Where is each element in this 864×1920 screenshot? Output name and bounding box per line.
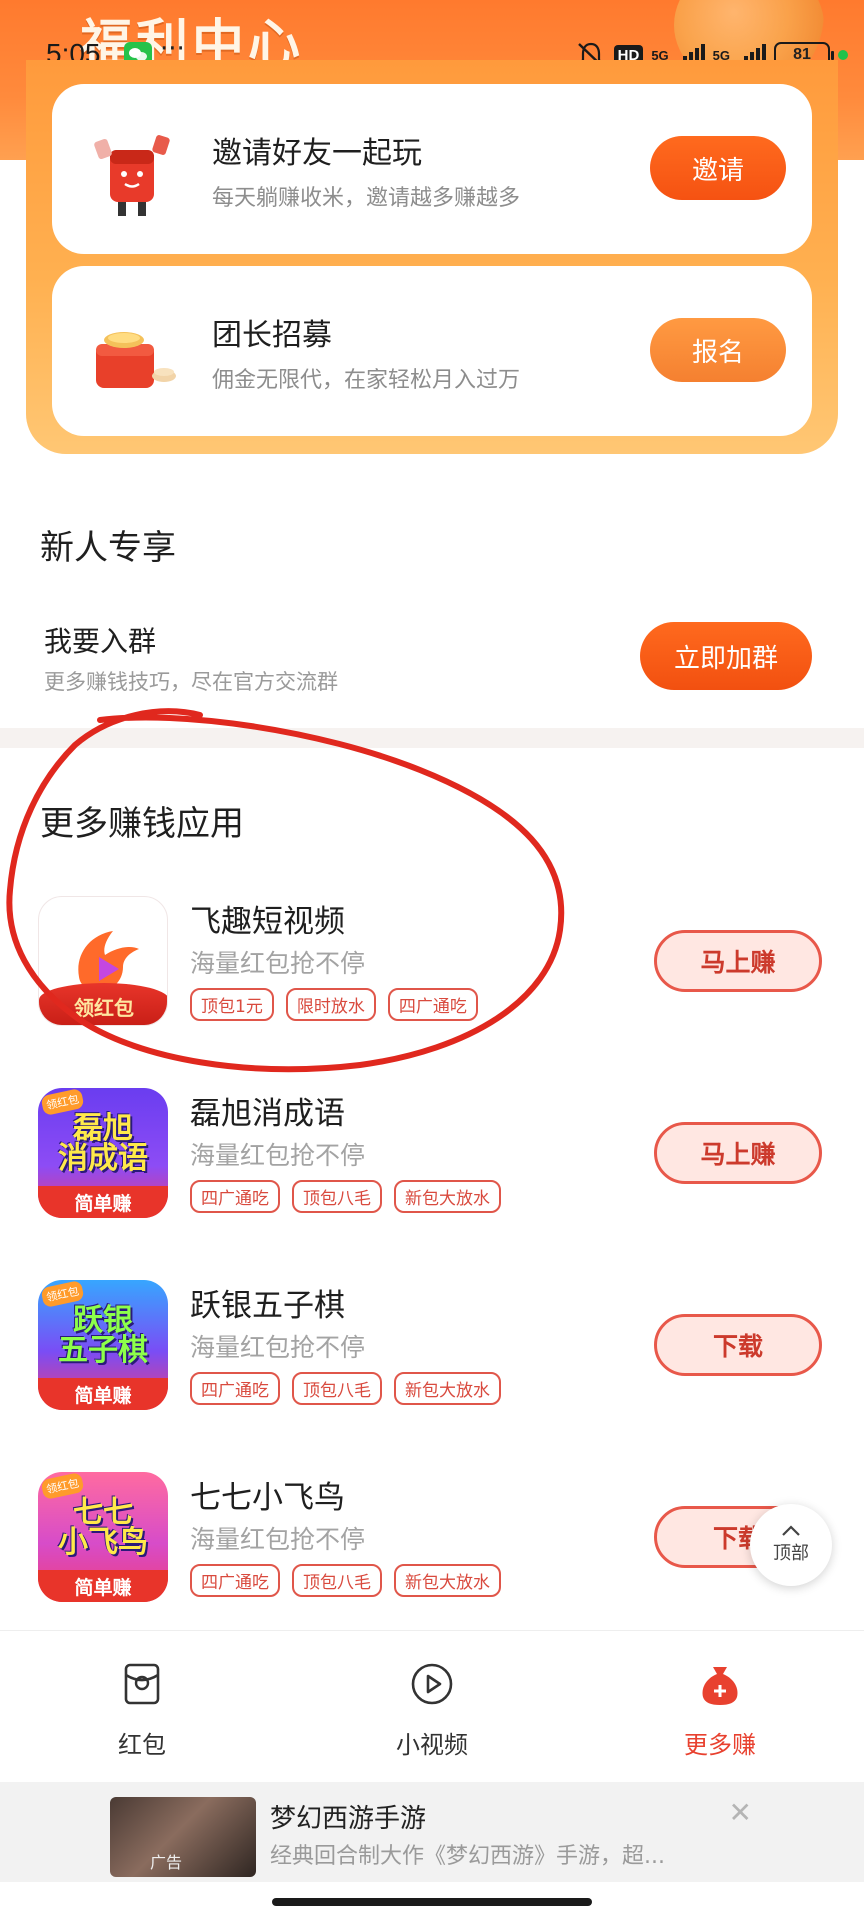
download-button[interactable]: 下载: [654, 1314, 822, 1376]
nav-label: 红包: [118, 1731, 166, 1759]
close-icon[interactable]: ✕: [729, 1796, 752, 1829]
ad-subtitle: 经典回合制大作《梦幻西游》手游，超...: [270, 1844, 665, 1869]
nav-item-more-earn[interactable]: 更多赚: [630, 1661, 810, 1760]
app-tag: 四广通吃: [190, 1564, 280, 1597]
join-group-title: 我要入群: [44, 625, 157, 658]
app-tag: 顶包八毛: [292, 1372, 382, 1405]
ad-thumbnail[interactable]: 广告: [110, 1797, 256, 1877]
gift-box-coins-icon: [96, 332, 176, 388]
app-tag: 顶包八毛: [292, 1180, 382, 1213]
section-divider: [0, 728, 864, 748]
red-envelope-icon: [124, 1663, 160, 1705]
app-name: 磊旭消成语: [190, 1096, 345, 1132]
icon-earn-bar: 简单赚: [38, 1378, 168, 1410]
ad-title: 梦幻西游手游: [270, 1804, 427, 1834]
promo-panel: 邀请好友一起玩 每天躺赚收米，邀请越多赚越多 邀请 团长招募 佣金无限代，在家轻…: [26, 60, 838, 454]
app-tag: 新包大放水: [394, 1564, 501, 1597]
leader-recruit-card[interactable]: 团长招募 佣金无限代，在家轻松月入过万 报名: [52, 266, 812, 436]
earn-now-button[interactable]: 马上赚: [654, 1122, 822, 1184]
app-name: 七七小飞鸟: [190, 1480, 345, 1516]
app-list-item[interactable]: 领红包 飞趣短视频 海量红包抢不停 顶包1元 限时放水 四广通吃 马上赚: [0, 896, 864, 1036]
nav-item-red-envelope[interactable]: 红包: [52, 1661, 232, 1760]
join-group-subtitle: 更多赚钱技巧，尽在官方交流群: [44, 670, 338, 694]
chevron-up-icon: [782, 1525, 800, 1536]
back-to-top-label: 顶部: [773, 1543, 809, 1564]
money-bag-icon: [702, 1667, 738, 1705]
app-list-item[interactable]: 领红包 七七 小飞鸟 简单赚 七七小飞鸟 海量红包抢不停 四广通吃 顶包八毛 新…: [0, 1472, 864, 1612]
app-tag: 限时放水: [285, 988, 376, 1021]
app-description: 海量红包抢不停: [190, 1333, 366, 1362]
more-apps-section-title: 更多赚钱应用: [40, 804, 244, 844]
back-to-top-button[interactable]: 顶部: [750, 1504, 832, 1586]
app-tag: 顶包八毛: [292, 1564, 382, 1597]
promo-subtitle: 佣金无限代，在家轻松月入过万: [212, 368, 521, 393]
ad-label: 广告: [150, 1853, 183, 1872]
app-tag: 顶包1元: [190, 988, 274, 1021]
app-list-item[interactable]: 领红包 磊旭 消成语 简单赚 磊旭消成语 海量红包抢不停 四广通吃 顶包八毛 新…: [0, 1088, 864, 1228]
icon-earn-bar: 简单赚: [38, 1186, 168, 1218]
nav-item-short-video[interactable]: 小视频: [342, 1661, 522, 1760]
app-description: 海量红包抢不停: [190, 949, 366, 978]
app-tag: 四广通吃: [387, 988, 478, 1021]
invite-friends-card[interactable]: 邀请好友一起玩 每天躺赚收米，邀请越多赚越多 邀请: [52, 84, 812, 254]
app-name: 飞趣短视频: [190, 904, 345, 940]
earn-now-button[interactable]: 马上赚: [654, 930, 822, 992]
play-icon: [411, 1663, 453, 1705]
app-tags: 四广通吃 顶包八毛 新包大放水: [190, 1564, 501, 1597]
promo-title: 团长招募: [212, 318, 332, 353]
app-tag: 新包大放水: [394, 1372, 501, 1405]
app-tag: 新包大放水: [394, 1180, 501, 1213]
promo-subtitle: 每天躺赚收米，邀请越多赚越多: [212, 186, 521, 211]
app-tag: 四广通吃: [190, 1180, 280, 1213]
privacy-indicator-dot: [838, 50, 848, 60]
app-description: 海量红包抢不停: [190, 1141, 366, 1170]
icon-earn-bar: 简单赚: [38, 1570, 168, 1602]
icon-game-title: 跃银 五子棋: [58, 1303, 148, 1368]
app-list-item[interactable]: 领红包 跃银 五子棋 简单赚 跃银五子棋 海量红包抢不停 四广通吃 顶包八毛 新…: [0, 1280, 864, 1420]
app-name: 跃银五子棋: [190, 1288, 345, 1324]
nav-label: 更多赚: [684, 1731, 756, 1759]
newcomer-section-title: 新人专享: [40, 528, 176, 568]
app-tags: 顶包1元 限时放水 四广通吃: [190, 988, 478, 1021]
app-tag: 四广通吃: [190, 1372, 280, 1405]
bottom-navigation: 红包 小视频 更多赚: [0, 1630, 864, 1780]
app-tags: 四广通吃 顶包八毛 新包大放水: [190, 1372, 501, 1405]
signup-button[interactable]: 报名: [650, 318, 786, 382]
feiqu-app-icon[interactable]: 领红包: [38, 896, 168, 1026]
bird-game-icon[interactable]: 领红包 七七 小飞鸟 简单赚: [38, 1472, 168, 1602]
icon-game-title: 七七 小飞鸟: [58, 1495, 148, 1560]
nav-label: 小视频: [396, 1731, 468, 1759]
app-description: 海量红包抢不停: [190, 1525, 366, 1554]
ad-banner[interactable]: 广告 梦幻西游手游 经典回合制大作《梦幻西游》手游，超... ✕: [0, 1782, 864, 1882]
icon-game-title: 磊旭 消成语: [58, 1111, 148, 1176]
gomoku-game-icon[interactable]: 领红包 跃银 五子棋 简单赚: [38, 1280, 168, 1410]
app-tags: 四广通吃 顶包八毛 新包大放水: [190, 1180, 501, 1213]
join-group-button[interactable]: 立即加群: [640, 622, 812, 690]
idiom-game-icon[interactable]: 领红包 磊旭 消成语 简单赚: [38, 1088, 168, 1218]
red-envelope-ribbon: 领红包: [39, 983, 167, 1025]
promo-title: 邀请好友一起玩: [212, 136, 422, 171]
invite-button[interactable]: 邀请: [650, 136, 786, 200]
red-envelope-character-icon: [94, 135, 170, 216]
home-indicator[interactable]: [272, 1898, 592, 1906]
